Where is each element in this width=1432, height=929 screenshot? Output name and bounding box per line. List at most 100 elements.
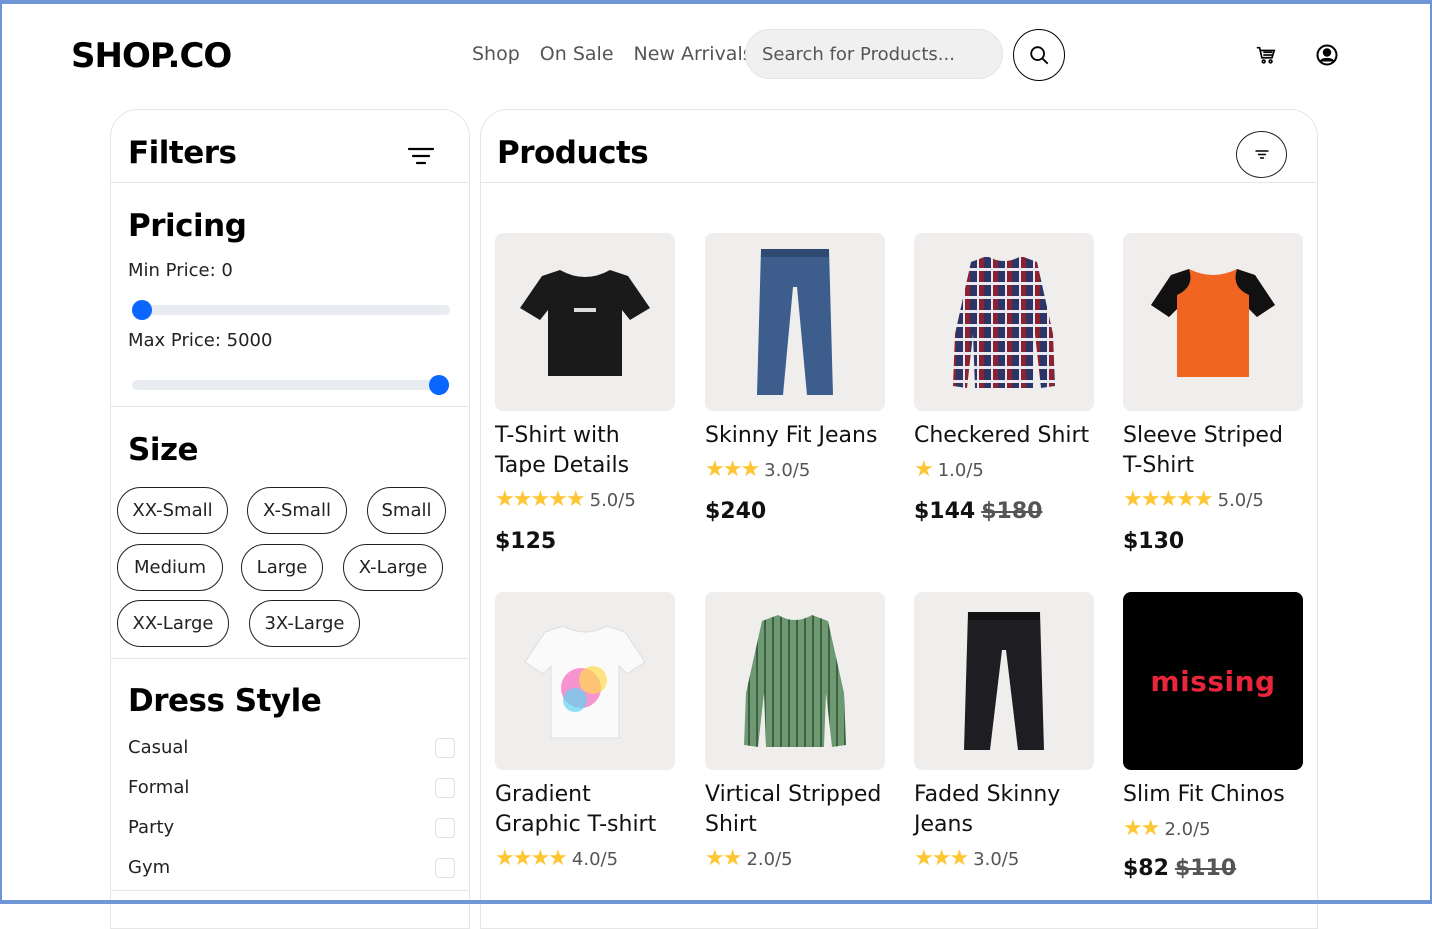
search-box bbox=[745, 29, 1003, 79]
product-price: $144 $180 bbox=[914, 499, 1094, 524]
product-image[interactable] bbox=[914, 592, 1094, 770]
dress-style-label: Casual bbox=[128, 737, 189, 758]
star-icons: ★★★★★ bbox=[495, 487, 586, 512]
filters-panel: Filters Pricing Min Price: 0 Max Price: … bbox=[110, 109, 470, 929]
star-icons: ★★★ bbox=[914, 846, 969, 871]
cart-icon bbox=[1256, 46, 1276, 64]
price-current: $144 bbox=[914, 499, 976, 524]
size-chip-xx-small[interactable]: XX-Small bbox=[117, 487, 228, 534]
sort-button[interactable] bbox=[1236, 131, 1287, 178]
price-original: $180 bbox=[981, 499, 1043, 524]
logo[interactable]: SHOP.CO bbox=[71, 36, 232, 76]
cart-button[interactable] bbox=[1255, 44, 1277, 70]
size-chip-xx-large[interactable]: XX-Large bbox=[117, 600, 229, 647]
nav-shop[interactable]: Shop bbox=[472, 43, 520, 65]
main-nav: Shop On Sale New Arrivals bbox=[472, 43, 753, 65]
product-card[interactable]: Faded Skinny Jeans ★★★ 3.0/5 bbox=[914, 592, 1094, 870]
user-icon bbox=[1316, 44, 1338, 66]
star-icons: ★★★★★ bbox=[1123, 487, 1214, 512]
product-price: $240 bbox=[705, 499, 885, 524]
product-rating: ★★★★ 4.0/5 bbox=[495, 848, 675, 870]
product-name[interactable]: Slim Fit Chinos bbox=[1123, 780, 1303, 810]
dress-style-label: Formal bbox=[128, 777, 190, 798]
product-price: $130 bbox=[1123, 529, 1303, 554]
rating-text: 2.0/5 bbox=[746, 848, 793, 870]
dress-style-option-party[interactable]: Party bbox=[128, 817, 455, 838]
product-image[interactable] bbox=[705, 233, 885, 411]
black-jeans-image bbox=[964, 612, 1044, 750]
pricing-section: Pricing Min Price: 0 Max Price: 5000 bbox=[111, 183, 469, 407]
nav-new-arrivals[interactable]: New Arrivals bbox=[634, 43, 753, 65]
rating-text: 5.0/5 bbox=[589, 489, 636, 511]
product-card[interactable]: Virtical Stripped Shirt ★★ 2.0/5 bbox=[705, 592, 885, 870]
products-header: Products bbox=[481, 110, 1317, 183]
sort-lines-icon bbox=[1254, 150, 1269, 159]
size-chip-medium[interactable]: Medium bbox=[117, 544, 223, 591]
dress-style-section: Dress Style Casual Formal Party Gym bbox=[111, 659, 469, 891]
min-price-handle[interactable] bbox=[132, 300, 152, 320]
product-name[interactable]: Gradient Graphic T-shirt bbox=[495, 780, 675, 840]
size-chip-3x-large[interactable]: 3X-Large bbox=[249, 600, 360, 647]
product-rating: ★★★ 3.0/5 bbox=[705, 459, 885, 481]
rating-text: 3.0/5 bbox=[764, 459, 811, 481]
product-card[interactable]: missing Slim Fit Chinos ★★ 2.0/5 $82 $110 bbox=[1123, 592, 1303, 881]
filters-header: Filters bbox=[111, 110, 469, 183]
price-current: $82 bbox=[1123, 856, 1169, 881]
casual-checkbox[interactable] bbox=[435, 737, 455, 758]
product-card[interactable]: T-Shirt with Tape Details ★★★★★ 5.0/5 $1… bbox=[495, 233, 675, 554]
search-button[interactable] bbox=[1013, 29, 1065, 81]
party-checkbox[interactable] bbox=[435, 817, 455, 838]
nav-on-sale[interactable]: On Sale bbox=[540, 43, 614, 65]
product-image[interactable] bbox=[495, 233, 675, 411]
product-name[interactable]: Checkered Shirt bbox=[914, 421, 1094, 451]
max-price-slider[interactable] bbox=[132, 375, 450, 395]
product-card[interactable]: Skinny Fit Jeans ★★★ 3.0/5 $240 bbox=[705, 233, 885, 524]
filters-toggle[interactable] bbox=[407, 147, 435, 169]
product-name[interactable]: T-Shirt with Tape Details bbox=[495, 421, 675, 481]
product-name[interactable]: Faded Skinny Jeans bbox=[914, 780, 1094, 840]
price-current: $130 bbox=[1123, 529, 1185, 554]
star-icons: ★★ bbox=[705, 846, 742, 871]
jeans-image bbox=[757, 249, 833, 395]
product-image[interactable] bbox=[495, 592, 675, 770]
search-input[interactable] bbox=[746, 30, 1002, 78]
product-image[interactable]: missing bbox=[1123, 592, 1303, 770]
size-chip-x-small[interactable]: X-Small bbox=[247, 487, 347, 534]
size-title: Size bbox=[128, 432, 199, 468]
product-card[interactable]: Sleeve Striped T-Shirt ★★★★★ 5.0/5 $130 bbox=[1123, 233, 1303, 554]
min-price-label: Min Price: 0 bbox=[128, 260, 233, 281]
product-image[interactable] bbox=[914, 233, 1094, 411]
price-original: $110 bbox=[1174, 856, 1237, 881]
product-image[interactable] bbox=[705, 592, 885, 770]
star-icons: ★★★★ bbox=[495, 846, 568, 871]
product-name[interactable]: Skinny Fit Jeans bbox=[705, 421, 885, 451]
gradient-tshirt-image bbox=[524, 625, 646, 739]
dress-style-label: Gym bbox=[128, 857, 171, 878]
rating-text: 5.0/5 bbox=[1217, 489, 1264, 511]
formal-checkbox[interactable] bbox=[435, 777, 455, 798]
product-card[interactable]: Gradient Graphic T-shirt ★★★★ 4.0/5 bbox=[495, 592, 675, 870]
black-tshirt-image bbox=[520, 270, 650, 376]
gym-checkbox[interactable] bbox=[435, 857, 455, 878]
dress-style-title: Dress Style bbox=[128, 683, 322, 719]
green-shirt-image bbox=[744, 615, 846, 747]
size-section: Size XX-Small X-Small Small Medium Large… bbox=[111, 407, 469, 659]
dress-style-option-formal[interactable]: Formal bbox=[128, 777, 455, 798]
account-button[interactable] bbox=[1315, 43, 1339, 71]
product-name[interactable]: Virtical Stripped Shirt bbox=[705, 780, 885, 840]
dress-style-option-casual[interactable]: Casual bbox=[128, 737, 455, 758]
checkered-shirt-image bbox=[953, 256, 1055, 388]
size-chip-large[interactable]: Large bbox=[241, 544, 323, 591]
price-current: $240 bbox=[705, 499, 767, 524]
dress-style-option-gym[interactable]: Gym bbox=[128, 857, 455, 878]
product-name[interactable]: Sleeve Striped T-Shirt bbox=[1123, 421, 1303, 481]
size-chip-x-large[interactable]: X-Large bbox=[343, 544, 443, 591]
rating-text: 1.0/5 bbox=[937, 459, 984, 481]
size-chip-small[interactable]: Small bbox=[367, 487, 446, 534]
min-price-slider[interactable] bbox=[132, 300, 450, 320]
star-icons: ★★ bbox=[1123, 816, 1160, 841]
product-card[interactable]: Checkered Shirt ★ 1.0/5 $144 $180 bbox=[914, 233, 1094, 524]
product-image[interactable] bbox=[1123, 233, 1303, 411]
price-current: $125 bbox=[495, 529, 557, 554]
max-price-handle[interactable] bbox=[429, 375, 449, 395]
